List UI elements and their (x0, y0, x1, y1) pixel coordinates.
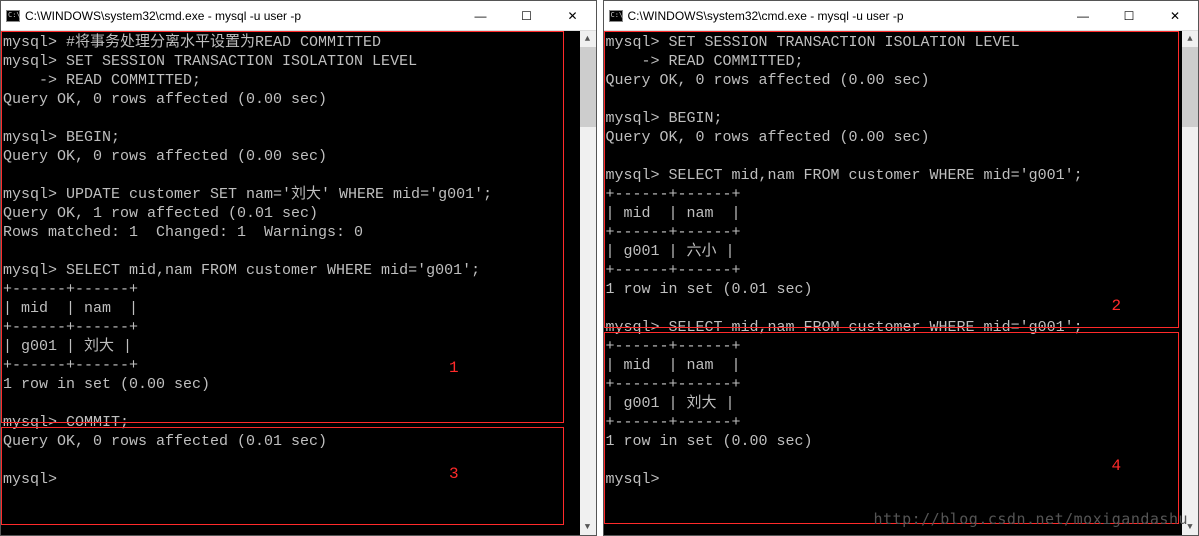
terminal-line: mysql> SET SESSION TRANSACTION ISOLATION… (604, 33, 1197, 52)
terminal-line (1, 451, 594, 470)
terminal-line: | g001 | 刘大 | (604, 394, 1197, 413)
terminal-line: 1 row in set (0.01 sec) (604, 280, 1197, 299)
scroll-thumb[interactable] (580, 47, 596, 127)
terminal-left[interactable]: mysql> #将事务处理分离水平设置为READ COMMITTEDmysql>… (1, 31, 596, 535)
terminal-line: Rows matched: 1 Changed: 1 Warnings: 0 (1, 223, 594, 242)
terminal-line: +------+------+ (1, 280, 594, 299)
window-title-left: C:\WINDOWS\system32\cmd.exe - mysql -u u… (25, 9, 458, 23)
maximize-button[interactable]: ☐ (504, 1, 550, 30)
terminal-right[interactable]: mysql> SET SESSION TRANSACTION ISOLATION… (604, 31, 1199, 535)
scrollbar-right[interactable]: ▲ ▼ (1182, 31, 1198, 535)
close-button[interactable]: ✕ (1152, 1, 1198, 30)
scroll-thumb[interactable] (1182, 47, 1198, 127)
terminal-line: Query OK, 0 rows affected (0.00 sec) (1, 90, 594, 109)
terminal-line (1, 394, 594, 413)
terminal-line: mysql> SET SESSION TRANSACTION ISOLATION… (1, 52, 594, 71)
terminal-line: +------+------+ (604, 375, 1197, 394)
titlebar-left[interactable]: C:\WINDOWS\system32\cmd.exe - mysql -u u… (1, 1, 596, 31)
window-title-right: C:\WINDOWS\system32\cmd.exe - mysql -u u… (628, 9, 1061, 23)
annotation-label-1: 1 (449, 359, 459, 378)
terminal-line: +------+------+ (604, 413, 1197, 432)
terminal-line: Query OK, 0 rows affected (0.00 sec) (604, 128, 1197, 147)
terminal-line (604, 90, 1197, 109)
scroll-down-icon[interactable]: ▼ (580, 519, 596, 535)
terminal-line: +------+------+ (1, 356, 594, 375)
terminal-line: mysql> SELECT mid,nam FROM customer WHER… (604, 318, 1197, 337)
terminal-line: mysql> UPDATE customer SET nam='刘大' WHER… (1, 185, 594, 204)
terminal-line (604, 299, 1197, 318)
cmd-icon (1, 10, 25, 22)
cmd-window-right: C:\WINDOWS\system32\cmd.exe - mysql -u u… (603, 0, 1199, 536)
terminal-line (604, 147, 1197, 166)
terminal-line: mysql> SELECT mid,nam FROM customer WHER… (604, 166, 1197, 185)
terminal-line: -> READ COMMITTED; (1, 71, 594, 90)
terminal-line: mysql> #将事务处理分离水平设置为READ COMMITTED (1, 33, 594, 52)
watermark: http://blog.csdn.net/moxigandashu (873, 510, 1188, 529)
close-button[interactable]: ✕ (550, 1, 596, 30)
terminal-line: | mid | nam | (1, 299, 594, 318)
terminal-line: mysql> SELECT mid,nam FROM customer WHER… (1, 261, 594, 280)
terminal-line (1, 166, 594, 185)
terminal-line: | mid | nam | (604, 204, 1197, 223)
terminal-line: -> READ COMMITTED; (604, 52, 1197, 71)
minimize-button[interactable]: — (1060, 1, 1106, 30)
terminal-line: 1 row in set (0.00 sec) (604, 432, 1197, 451)
terminal-line: Query OK, 0 rows affected (0.01 sec) (1, 432, 594, 451)
terminal-line: 1 row in set (0.00 sec) (1, 375, 594, 394)
annotation-label-2: 2 (1112, 297, 1122, 316)
terminal-line: +------+------+ (604, 223, 1197, 242)
terminal-line: mysql> BEGIN; (604, 109, 1197, 128)
annotation-label-3: 3 (449, 465, 459, 484)
terminal-line (1, 109, 594, 128)
terminal-line: +------+------+ (1, 318, 594, 337)
terminal-line: | mid | nam | (604, 356, 1197, 375)
terminal-line: +------+------+ (604, 185, 1197, 204)
scroll-up-icon[interactable]: ▲ (1182, 31, 1198, 47)
cmd-icon (604, 10, 628, 22)
terminal-line: mysql> COMMIT; (1, 413, 594, 432)
scroll-up-icon[interactable]: ▲ (580, 31, 596, 47)
terminal-line: | g001 | 刘大 | (1, 337, 594, 356)
terminal-line: | g001 | 六小 | (604, 242, 1197, 261)
terminal-line: mysql> BEGIN; (1, 128, 594, 147)
terminal-line: +------+------+ (604, 261, 1197, 280)
terminal-line (1, 242, 594, 261)
terminal-line: Query OK, 1 row affected (0.01 sec) (1, 204, 594, 223)
scrollbar-left[interactable]: ▲ ▼ (580, 31, 596, 535)
annotation-label-4: 4 (1112, 457, 1122, 476)
terminal-line (604, 451, 1197, 470)
terminal-line: mysql> (604, 470, 1197, 489)
minimize-button[interactable]: — (458, 1, 504, 30)
terminal-line: mysql> (1, 470, 594, 489)
terminal-line: Query OK, 0 rows affected (0.00 sec) (604, 71, 1197, 90)
titlebar-right[interactable]: C:\WINDOWS\system32\cmd.exe - mysql -u u… (604, 1, 1199, 31)
maximize-button[interactable]: ☐ (1106, 1, 1152, 30)
terminal-line: +------+------+ (604, 337, 1197, 356)
terminal-line: Query OK, 0 rows affected (0.00 sec) (1, 147, 594, 166)
cmd-window-left: C:\WINDOWS\system32\cmd.exe - mysql -u u… (0, 0, 597, 536)
